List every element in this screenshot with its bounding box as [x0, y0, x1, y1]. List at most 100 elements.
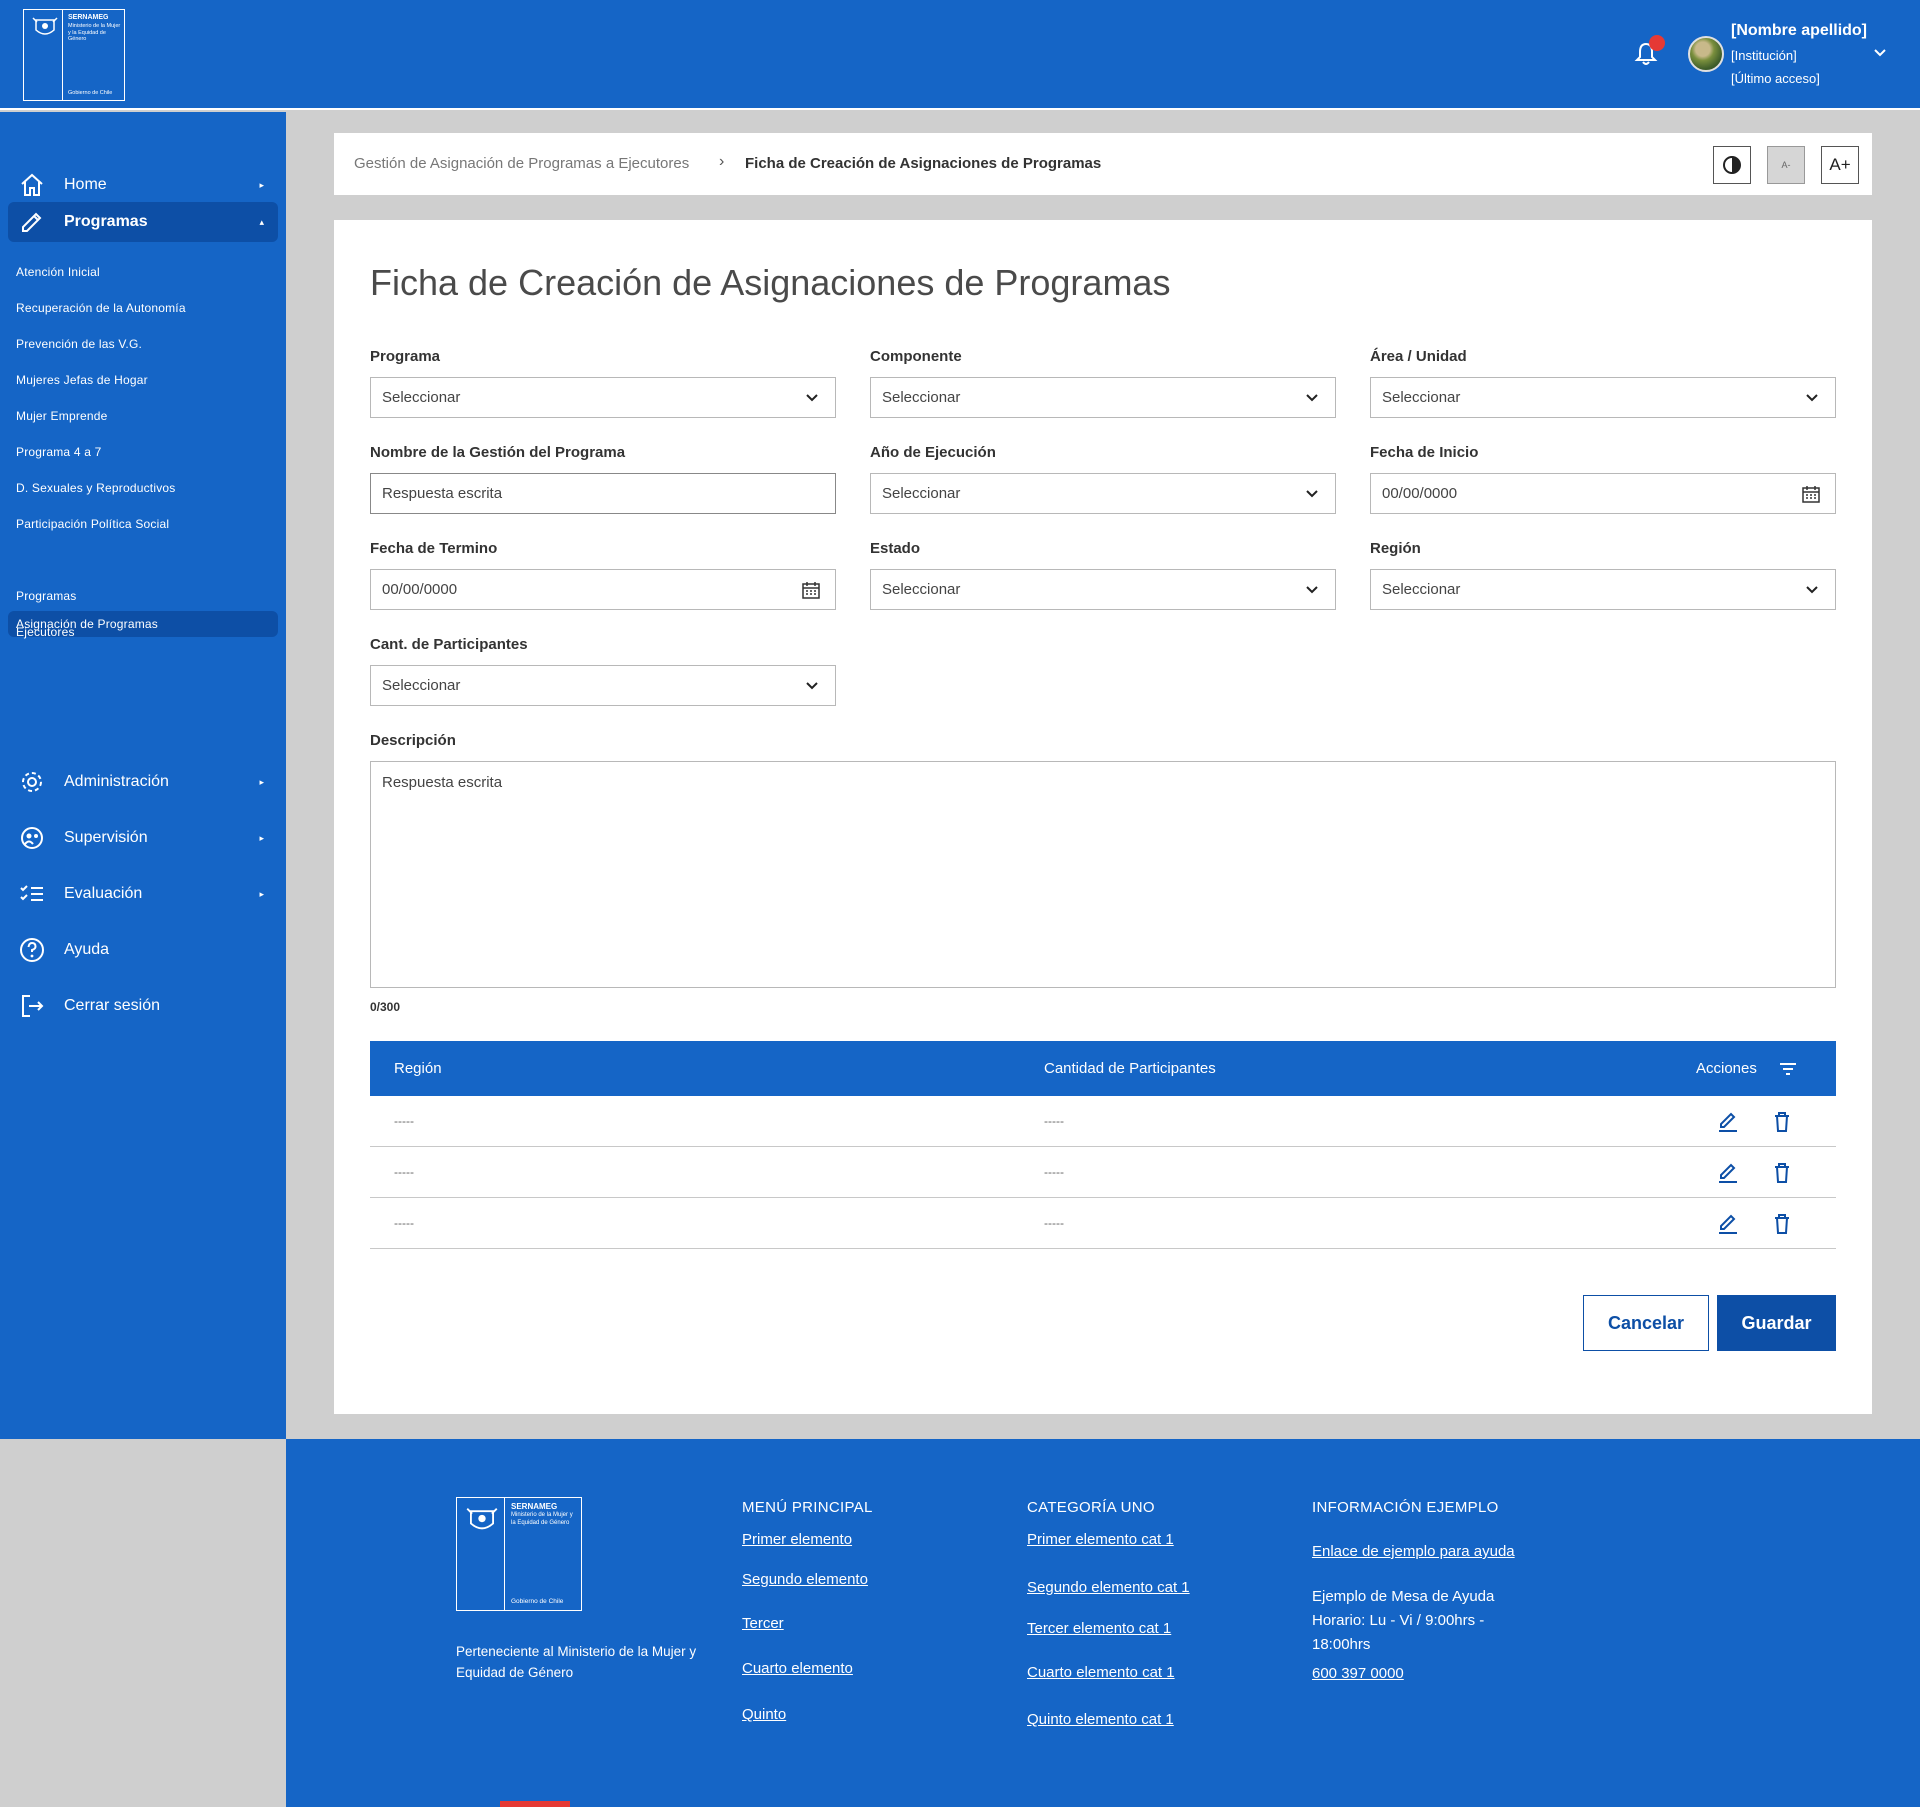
page-title: Ficha de Creación de Asignaciones de Pro… [370, 262, 1171, 303]
trash-icon[interactable] [1770, 1110, 1794, 1134]
sidebar-subitem[interactable]: Atención Inicial [8, 259, 278, 285]
coat-of-arms-icon [466, 1508, 498, 1530]
sidebar-item-programas[interactable]: Programas ▴ [8, 202, 278, 242]
cancel-button[interactable]: Cancelar [1583, 1295, 1709, 1351]
componente-select[interactable]: Seleccionar [870, 377, 1336, 418]
footer-cat-link[interactable]: Primer elemento cat 1 [1027, 1531, 1174, 1548]
estado-select[interactable]: Seleccionar [870, 569, 1336, 610]
logo-gov: Gobierno de Chile [68, 90, 113, 96]
edit-icon[interactable] [1716, 1212, 1740, 1236]
coat-of-arms-icon [32, 17, 58, 35]
footer-cat-link[interactable]: Tercer elemento cat 1 [1027, 1620, 1171, 1637]
fecha-inicio-label: Fecha de Inicio [1370, 444, 1479, 461]
sernameg-logo[interactable]: SERNAMEG Ministerio de la Mujer y la Equ… [23, 9, 125, 101]
sidebar-item-ayuda[interactable]: Ayuda [8, 930, 278, 970]
logo-gov: Gobierno de Chile [511, 1598, 564, 1605]
area-select[interactable]: Seleccionar [1370, 377, 1836, 418]
font-decrease-button[interactable]: A- [1767, 146, 1805, 184]
breadcrumb: Gestión de Asignación de Programas a Eje… [334, 133, 1872, 195]
nombre-label: Nombre de la Gestión del Programa [370, 444, 626, 461]
sidebar-item-evaluacion[interactable]: Evaluación ▸ [8, 874, 278, 914]
sidebar-subitem[interactable]: Mujeres Jefas de Hogar [8, 367, 278, 393]
char-counter: 0/300 [370, 1000, 401, 1014]
trash-icon[interactable] [1770, 1212, 1794, 1236]
breadcrumb-parent-link[interactable]: Gestión de Asignación de Programas a Eje… [354, 155, 689, 172]
descripcion-label: Descripción [370, 732, 456, 749]
logo-org: SERNAMEG [68, 14, 109, 21]
componente-value: Seleccionar [882, 389, 961, 406]
red-accent-bar [500, 1801, 570, 1807]
footer-menu-link[interactable]: Primer elemento [742, 1531, 852, 1548]
fecha-inicio-input[interactable]: 00/00/0000 [1370, 473, 1836, 514]
edit-icon[interactable] [1716, 1161, 1740, 1185]
footer-menu-link[interactable]: Quinto [742, 1706, 786, 1723]
footer-phone-link[interactable]: 600 397 0000 [1312, 1665, 1404, 1682]
footer-menu-link[interactable]: Cuarto elemento [742, 1660, 853, 1677]
region-select[interactable]: Seleccionar [1370, 569, 1836, 610]
programa-select[interactable]: Seleccionar [370, 377, 836, 418]
footer-cat-link[interactable]: Quinto elemento cat 1 [1027, 1711, 1174, 1728]
sidebar-subitem[interactable]: Programa 4 a 7 [8, 439, 278, 465]
form-card: Ficha de Creación de Asignaciones de Pro… [334, 220, 1872, 1414]
filter-icon[interactable] [1778, 1059, 1798, 1079]
checklist-icon [18, 880, 46, 908]
sidebar-subitem[interactable]: Recuperación de la Autonomía [8, 295, 278, 321]
calendar-icon[interactable] [801, 580, 821, 600]
contrast-toggle-button[interactable] [1713, 146, 1751, 184]
column-header[interactable]: Cantidad de Participantes [1044, 1060, 1216, 1077]
sidebar-subitem[interactable]: Participación Política Social [8, 511, 278, 537]
footer-logo[interactable]: SERNAMEG Ministerio de la Mujer y la Equ… [456, 1497, 582, 1611]
footer-cat-title: CATEGORÍA UNO [1027, 1499, 1155, 1516]
table-cell: ----- [394, 1165, 414, 1179]
logo-divider [504, 1498, 505, 1610]
descripcion-value: Respuesta escrita [382, 774, 503, 791]
sidebar-item-administracion[interactable]: Administración ▸ [8, 762, 278, 802]
fecha-termino-label: Fecha de Termino [370, 540, 498, 557]
descripcion-textarea[interactable]: Respuesta escrita [370, 761, 1836, 988]
table-cell: ----- [1044, 1216, 1064, 1230]
fecha-termino-input[interactable]: 00/00/0000 [370, 569, 836, 610]
anio-select[interactable]: Seleccionar [870, 473, 1336, 514]
footer-info-title: INFORMACIÓN EJEMPLO [1312, 1499, 1499, 1516]
edit-icon[interactable] [1716, 1110, 1740, 1134]
logo-divider [62, 10, 63, 100]
footer-menu-link[interactable]: Segundo elemento [742, 1571, 868, 1588]
avatar[interactable] [1688, 36, 1724, 72]
cant-label: Cant. de Participantes [370, 636, 528, 653]
footer-cat-link[interactable]: Segundo elemento cat 1 [1027, 1579, 1190, 1596]
sidebar-item-home[interactable]: Home ▸ [8, 165, 278, 205]
cant-select[interactable]: Seleccionar [370, 665, 836, 706]
sidebar-item-cerrar-sesion[interactable]: Cerrar sesión [8, 986, 278, 1026]
chevron-down-icon[interactable] [1873, 46, 1887, 60]
footer-help-link[interactable]: Enlace de ejemplo para ayuda [1312, 1543, 1515, 1560]
logout-icon [18, 992, 46, 1020]
fecha-termino-value: 00/00/0000 [382, 581, 458, 598]
table-row: ----- ----- [370, 1198, 1836, 1249]
sidebar-subitem[interactable]: Mujer Emprende [8, 403, 278, 429]
trash-icon[interactable] [1770, 1161, 1794, 1185]
chevron-right-icon: ▸ [259, 833, 264, 843]
area-value: Seleccionar [1382, 389, 1461, 406]
chevron-right-icon: ▸ [259, 777, 264, 787]
sidebar: Home ▸ Programas ▴ Atención Inicial Recu… [0, 112, 286, 1439]
sidebar-subitem[interactable]: Programas [8, 583, 278, 609]
programa-value: Seleccionar [382, 389, 461, 406]
sidebar-subitem[interactable]: Prevención de las V.G. [8, 331, 278, 357]
sidebar-item-label: Administración [64, 773, 169, 790]
footer-cat-link[interactable]: Cuarto elemento cat 1 [1027, 1664, 1175, 1681]
sidebar-item-supervision[interactable]: Supervisión ▸ [8, 818, 278, 858]
font-increase-button[interactable]: A+ [1821, 146, 1859, 184]
cant-value: Seleccionar [382, 677, 461, 694]
footer-help-text: Ejemplo de Mesa de Ayuda Horario: Lu - V… [1312, 1588, 1495, 1653]
save-button[interactable]: Guardar [1717, 1295, 1836, 1351]
estado-label: Estado [870, 540, 921, 557]
table-header: Región Cantidad de Participantes Accione… [370, 1041, 1836, 1096]
nombre-input[interactable]: Respuesta escrita [370, 473, 836, 514]
logo-ministry: Ministerio de la Mujer y la Equidad de G… [511, 1512, 573, 1526]
sidebar-subitem[interactable]: Ejecutores [8, 619, 278, 645]
user-last-access: [Último acceso] [1731, 71, 1820, 86]
sidebar-subitem[interactable]: D. Sexuales y Reproductivos [8, 475, 278, 501]
footer-menu-link[interactable]: Tercer [742, 1615, 784, 1632]
calendar-icon[interactable] [1801, 484, 1821, 504]
column-header[interactable]: Región [394, 1060, 442, 1077]
